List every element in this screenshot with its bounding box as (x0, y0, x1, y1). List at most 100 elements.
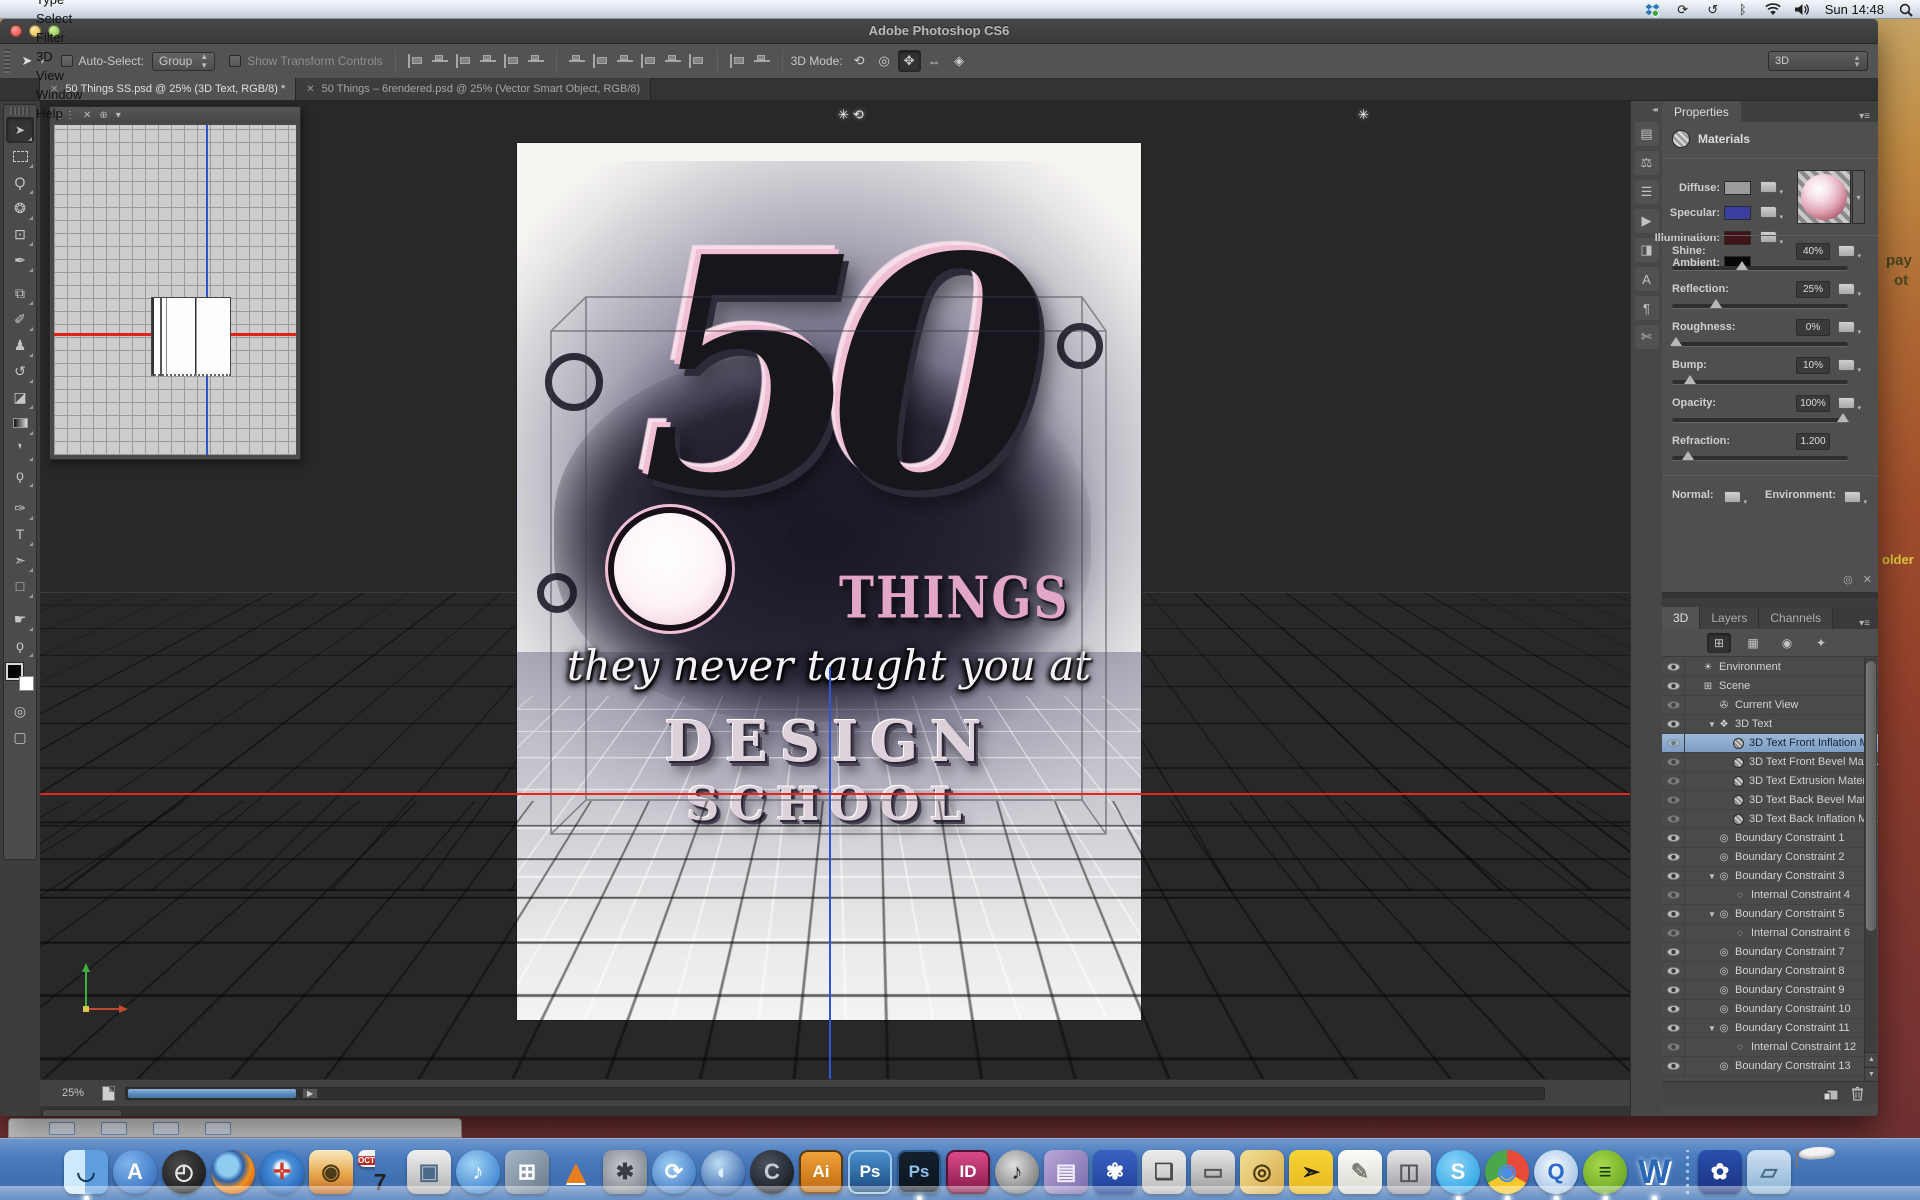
info-panel-icon[interactable]: ▤ (1634, 122, 1659, 146)
dropbox-icon[interactable] (1645, 2, 1661, 18)
scene-row-boundary-constraint-2[interactable]: ◎ Boundary Constraint 2 (1662, 848, 1878, 867)
slider-thumb[interactable] (1836, 413, 1849, 422)
visibility-cell[interactable] (1662, 1000, 1685, 1018)
align-icon[interactable] (567, 52, 587, 70)
dock-item-music-headphones-app[interactable]: ♪ (995, 1150, 1039, 1194)
diffuse-color-swatch[interactable] (1724, 181, 1751, 195)
filter-lights-icon[interactable]: ✦ (1809, 633, 1833, 653)
visibility-cell[interactable] (1662, 848, 1685, 866)
shape-tool[interactable]: □ (6, 573, 34, 599)
secondary-view-viewport[interactable] (54, 125, 296, 455)
slider-value[interactable]: 100% (1796, 395, 1830, 412)
drag-3d-camera-icon[interactable]: ✥ (897, 50, 921, 72)
dock-item-firefox[interactable] (211, 1150, 255, 1194)
scene-row-3d-text-back-bevel-material[interactable]: 3D Text Back Bevel Material (1662, 791, 1878, 810)
dock-item-blue-orb-app[interactable]: ◐ (701, 1150, 745, 1194)
wifi-icon[interactable] (1765, 2, 1781, 18)
align-icon[interactable] (615, 52, 635, 70)
texture-folder-icon[interactable] (1838, 283, 1861, 298)
dock-item-safari[interactable]: ✛ (260, 1150, 304, 1194)
eye-icon[interactable] (1666, 986, 1680, 994)
auto-select-target-dropdown[interactable]: Group ▲ ▼ (151, 51, 216, 71)
3d-light-widget[interactable]: ✳ ⟲ (838, 107, 864, 123)
path-selection-tool[interactable]: ➣ (6, 547, 34, 573)
scene-row-boundary-constraint-5[interactable]: ▼ ◎ Boundary Constraint 5 (1662, 905, 1878, 924)
menu-filter[interactable]: Filter (26, 28, 114, 47)
visibility-cell[interactable] (1662, 753, 1685, 771)
slider-track[interactable] (1672, 375, 1848, 385)
scene-row-boundary-constraint-8[interactable]: ◎ Boundary Constraint 8 (1662, 962, 1878, 981)
visibility-cell[interactable] (1662, 981, 1685, 999)
new-item-icon[interactable] (1823, 1087, 1839, 1101)
scroll-up-icon[interactable]: ▲ (1865, 1052, 1878, 1066)
scene-row-3d-text-extrusion-material[interactable]: 3D Text Extrusion Material (1662, 772, 1878, 791)
slider-thumb[interactable] (1669, 337, 1682, 346)
slider-track[interactable] (1669, 337, 1848, 347)
sun-icon[interactable]: ✳ (838, 107, 849, 123)
normal-folder-icon[interactable] (1724, 491, 1747, 506)
tab-3d[interactable]: 3D (1662, 607, 1701, 629)
dock-item-microsoft-word[interactable]: W (1632, 1150, 1676, 1200)
visibility-cell[interactable] (1662, 715, 1685, 733)
scroll-down-icon[interactable]: ▼ (1865, 1067, 1878, 1081)
hand-tool[interactable]: ☛ (6, 606, 34, 632)
visibility-cell[interactable] (1662, 829, 1685, 847)
spotlight-icon[interactable] (1898, 2, 1914, 18)
eye-icon[interactable] (1666, 1062, 1680, 1070)
slide-3d-camera-icon[interactable]: ⇔ (923, 50, 946, 72)
scene-row-3d-text[interactable]: ▼ ❖ 3D Text (1662, 715, 1878, 734)
tab-layers[interactable]: Layers (1700, 607, 1760, 629)
dock-item-photo-viewer-app[interactable]: ◎ (1240, 1150, 1284, 1194)
scene-row-boundary-constraint-9[interactable]: ◎ Boundary Constraint 9 (1662, 981, 1878, 1000)
dock-item-app-grid[interactable]: ⊞ (505, 1150, 549, 1194)
marquee-tool[interactable] (6, 143, 34, 169)
canvas[interactable]: 50 THINGS they never taught you at DESIG… (40, 101, 1630, 1079)
filter-whole-scene-icon[interactable]: ⊞ (1707, 632, 1731, 653)
slider-thumb[interactable] (1736, 261, 1749, 270)
panel-menu-icon[interactable]: ▾≡ (1851, 111, 1878, 122)
align-icon[interactable] (454, 52, 474, 70)
dock-item-illustrator[interactable]: Ai (799, 1150, 843, 1194)
dock-item-twitter-app[interactable]: ➣ (1289, 1150, 1333, 1194)
pen-tool[interactable]: ✑ (6, 495, 34, 521)
tab-channels[interactable]: Channels (1759, 607, 1834, 629)
slider-track[interactable] (1672, 413, 1849, 423)
brush-tool[interactable]: ✐ (6, 306, 34, 332)
eye-icon[interactable] (1666, 1043, 1680, 1051)
slider-track[interactable] (1672, 451, 1848, 461)
dock-item-indesign[interactable]: ID (946, 1150, 990, 1194)
dock-item-image-capture-app[interactable]: ❏ (1142, 1150, 1186, 1194)
view-menu-chevron-icon[interactable]: ▾ (116, 110, 121, 121)
dodge-tool[interactable]: ϙ (6, 462, 34, 488)
align-icon[interactable] (663, 52, 683, 70)
eye-icon[interactable] (1666, 701, 1680, 709)
menu-select[interactable]: Select (26, 9, 114, 28)
eye-icon[interactable] (1666, 853, 1680, 861)
eye-icon[interactable] (1666, 1024, 1680, 1032)
lasso-tool[interactable]: Ϙ (6, 169, 34, 195)
dock-item-photoshop-cs6[interactable]: Ps (897, 1150, 941, 1200)
history-brush-tool[interactable]: ↺ (6, 358, 34, 384)
paragraph-panel-icon[interactable]: ¶ (1634, 296, 1659, 320)
visibility-cell[interactable] (1662, 734, 1685, 752)
scene-row-boundary-constraint-11[interactable]: ▼ ◎ Boundary Constraint 11 (1662, 1019, 1878, 1038)
measurement-panel-icon[interactable]: ⚖ (1634, 151, 1659, 175)
character-panel-icon[interactable]: A (1634, 267, 1659, 291)
histogram-panel-icon[interactable]: ☰ (1634, 180, 1659, 204)
scene-row-3d-text-front-inflation-m-[interactable]: 3D Text Front Inflation M... (1662, 734, 1878, 753)
align-icon[interactable] (591, 52, 611, 70)
dock-item-finder[interactable]: ◡ (64, 1150, 108, 1200)
scene-row-internal-constraint-4[interactable]: ◌ Internal Constraint 4 (1662, 886, 1878, 905)
visibility-cell[interactable] (1662, 943, 1685, 961)
scene-row-environment[interactable]: ☀ Environment (1662, 658, 1878, 677)
slider-value[interactable]: 40% (1796, 243, 1830, 260)
dock-item-quicktime[interactable]: Q (1534, 1150, 1578, 1200)
align-icon[interactable] (502, 52, 522, 70)
align-icon[interactable] (687, 52, 707, 70)
dock-item-photo-booth[interactable]: ▣ (407, 1150, 451, 1194)
eye-icon[interactable] (1666, 891, 1680, 899)
zoom-tool[interactable]: ϙ (6, 632, 34, 658)
zoom-level[interactable]: 25% (62, 1087, 84, 1099)
clone-source-panel-icon[interactable]: ✄ (1634, 325, 1659, 349)
slider-track[interactable] (1672, 261, 1848, 271)
